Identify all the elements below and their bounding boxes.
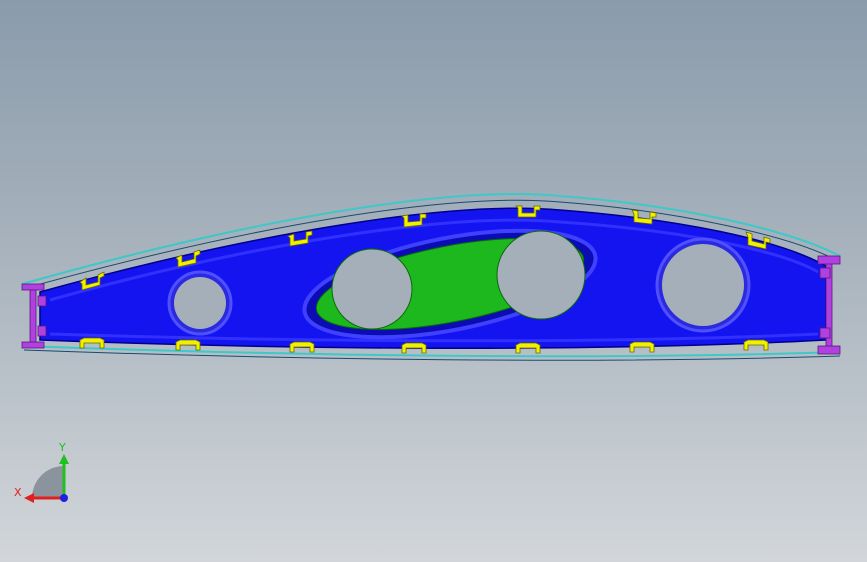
triad-y-label: Y [58, 441, 66, 454]
lightening-hole-pocket-2 [496, 230, 586, 320]
lower-clip-4 [401, 342, 427, 354]
front-spar-stub-bottom [37, 325, 47, 337]
orientation-triad[interactable]: X Y [14, 440, 74, 510]
front-spar-cap-top [21, 283, 45, 291]
triad-view-plane [32, 466, 64, 498]
lower-clip-3 [289, 341, 315, 353]
lower-clip-5 [515, 342, 541, 354]
front-spar-cap-bottom [21, 341, 45, 349]
lightening-hole-right-inner [662, 244, 744, 326]
lightening-hole-pocket-1 [331, 248, 413, 330]
front-spar-web [29, 287, 37, 345]
triad-z-axis [60, 494, 68, 502]
front-spar-stub-top [37, 295, 47, 307]
rear-spar-stub-top [819, 267, 831, 279]
lower-clip-2 [175, 339, 201, 351]
rear-spar-stub-bottom [819, 327, 831, 339]
graphics-viewport[interactable] [0, 0, 867, 562]
upper-clip-6 [631, 209, 657, 225]
lightening-hole-left-inner [174, 277, 226, 329]
lower-clip-6 [629, 341, 655, 353]
triad-y-arrowhead [59, 454, 69, 464]
triad-x-arrowhead [24, 493, 34, 503]
lower-clip-7 [743, 339, 769, 351]
rear-spar-cap-bottom [817, 345, 841, 355]
rear-spar-cap-top [817, 255, 841, 265]
lower-clip-1 [79, 337, 105, 349]
triad-x-label: X [14, 486, 22, 499]
